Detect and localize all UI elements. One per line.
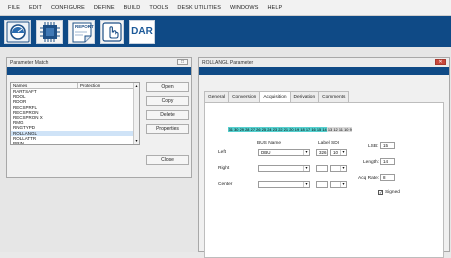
- chevron-down-icon[interactable]: ▼: [303, 150, 309, 155]
- rollangl-parameter-window: ROLLANGL Parameter ✕ General Conversion …: [198, 57, 450, 258]
- lsb-field[interactable]: 15: [380, 142, 395, 149]
- right-label-field[interactable]: [316, 165, 328, 172]
- sdi-header: SDI: [331, 141, 339, 146]
- bit-cell: 9: [349, 127, 353, 132]
- chip-icon: [39, 21, 60, 42]
- tab-conversion[interactable]: Conversion: [228, 91, 261, 102]
- left-label: Left: [218, 150, 227, 155]
- acq-rate-field[interactable]: 8: [380, 174, 395, 181]
- list-body: RARTSAFT RDOL RDOR RECSPRFL RECSPRON RECSPRON…: [11, 89, 139, 144]
- title-accent-bar: [7, 67, 191, 75]
- chevron-down-icon[interactable]: ▼: [303, 182, 309, 187]
- length-label: Length:: [363, 160, 380, 165]
- left-label-field[interactable]: 326: [316, 149, 328, 156]
- tab-comments[interactable]: Comments: [318, 91, 350, 102]
- center-label: Center: [218, 182, 233, 187]
- workspace: Parameter Match □ Names Protection RARTS…: [0, 47, 451, 258]
- parameter-match-title: Parameter Match: [7, 58, 191, 67]
- scroll-up-icon[interactable]: ▲: [134, 83, 139, 89]
- label-header: Label: [318, 141, 330, 146]
- menu-help[interactable]: HELP: [267, 5, 282, 11]
- center-sdi-select[interactable]: ▼: [330, 181, 347, 188]
- menu-file[interactable]: FILE: [8, 5, 20, 11]
- tab-derivation[interactable]: Derivation: [289, 91, 320, 102]
- menu-configure[interactable]: CONFIGURE: [51, 5, 85, 11]
- menu-bar: FILE EDIT CONFIGURE DEFINE BUILD TOOLS D…: [0, 0, 451, 16]
- chevron-down-icon[interactable]: ▼: [303, 166, 309, 171]
- tab-strip: General Conversion Acquisition Derivatio…: [204, 91, 350, 103]
- right-bus-select[interactable]: ▼: [258, 165, 310, 172]
- monitor-gauge-icon: [6, 21, 29, 42]
- open-button[interactable]: Open: [146, 82, 189, 92]
- bus-name-header: BUS Name: [257, 141, 281, 146]
- chevron-down-icon[interactable]: ▼: [340, 182, 346, 187]
- copy-button[interactable]: Copy: [146, 96, 189, 106]
- parameter-list[interactable]: Names Protection RARTSAFT RDOL RDOR RECSPRF…: [10, 82, 140, 145]
- tab-general[interactable]: General: [204, 91, 230, 102]
- left-bus-value: DBU: [261, 150, 271, 155]
- list-item[interactable]: RRIN: [11, 141, 139, 144]
- center-label-field[interactable]: [316, 181, 328, 188]
- title-accent-bar: [199, 67, 449, 75]
- close-icon[interactable]: □: [177, 59, 188, 65]
- chevron-down-icon[interactable]: ▼: [340, 166, 346, 171]
- left-bus-select[interactable]: DBU ▼: [258, 149, 310, 156]
- right-sdi-select[interactable]: ▼: [330, 165, 347, 172]
- right-label: Right: [218, 166, 230, 171]
- close-icon[interactable]: ✕: [435, 59, 446, 65]
- menu-desk-utilities[interactable]: DESK UTILITIES: [177, 5, 221, 11]
- signed-label: Signed: [385, 190, 400, 195]
- report-label: REPORT: [75, 23, 94, 29]
- menu-edit[interactable]: EDIT: [29, 5, 42, 11]
- acquisition-panel: 31 30 29 28 27 26 25 24 23 22 21 20 19 18 17 16 15 14 13 12…: [204, 102, 444, 258]
- toolbar: REPORT DAR: [0, 16, 451, 47]
- list-scrollbar[interactable]: ▲ ▼: [133, 83, 139, 144]
- column-header-names[interactable]: Names: [11, 83, 77, 88]
- delete-button[interactable]: Delete: [146, 110, 189, 120]
- parameter-match-window: Parameter Match □ Names Protection RARTS…: [6, 57, 192, 178]
- menu-tools[interactable]: TOOLS: [149, 5, 168, 11]
- column-header-protection[interactable]: Protection: [77, 83, 133, 88]
- bit-map: 31 30 29 28 27 26 25 24 23 22 21 20 19 18 17 16 15 14 13 12…: [228, 127, 353, 132]
- center-bus-select[interactable]: ▼: [258, 181, 310, 188]
- acq-rate-label: Acq Rate:: [358, 176, 380, 181]
- chevron-down-icon[interactable]: ▼: [340, 150, 346, 155]
- dar-icon: DAR: [131, 26, 153, 37]
- close-button[interactable]: Close: [146, 155, 189, 165]
- hand-pointer-button[interactable]: [100, 19, 124, 44]
- left-sdi-select[interactable]: 10 ▼: [330, 149, 347, 156]
- report-button[interactable]: REPORT: [68, 19, 95, 44]
- menu-windows[interactable]: WINDOWS: [230, 5, 259, 11]
- dar-button[interactable]: DAR: [129, 19, 155, 44]
- rollangl-title: ROLLANGL Parameter: [199, 58, 449, 67]
- monitor-gauge-button[interactable]: [4, 19, 31, 44]
- chip-button[interactable]: [36, 19, 63, 44]
- scroll-down-icon[interactable]: ▼: [134, 138, 139, 144]
- lsb-label: LSB:: [368, 144, 379, 149]
- menu-build[interactable]: BUILD: [124, 5, 141, 11]
- signed-checkbox[interactable]: ✓: [378, 190, 383, 195]
- hand-pointer-icon: [102, 21, 122, 42]
- left-sdi-value: 10: [333, 150, 339, 155]
- properties-button[interactable]: Properties: [146, 124, 189, 134]
- length-field[interactable]: 14: [380, 158, 395, 165]
- menu-define[interactable]: DEFINE: [94, 5, 115, 11]
